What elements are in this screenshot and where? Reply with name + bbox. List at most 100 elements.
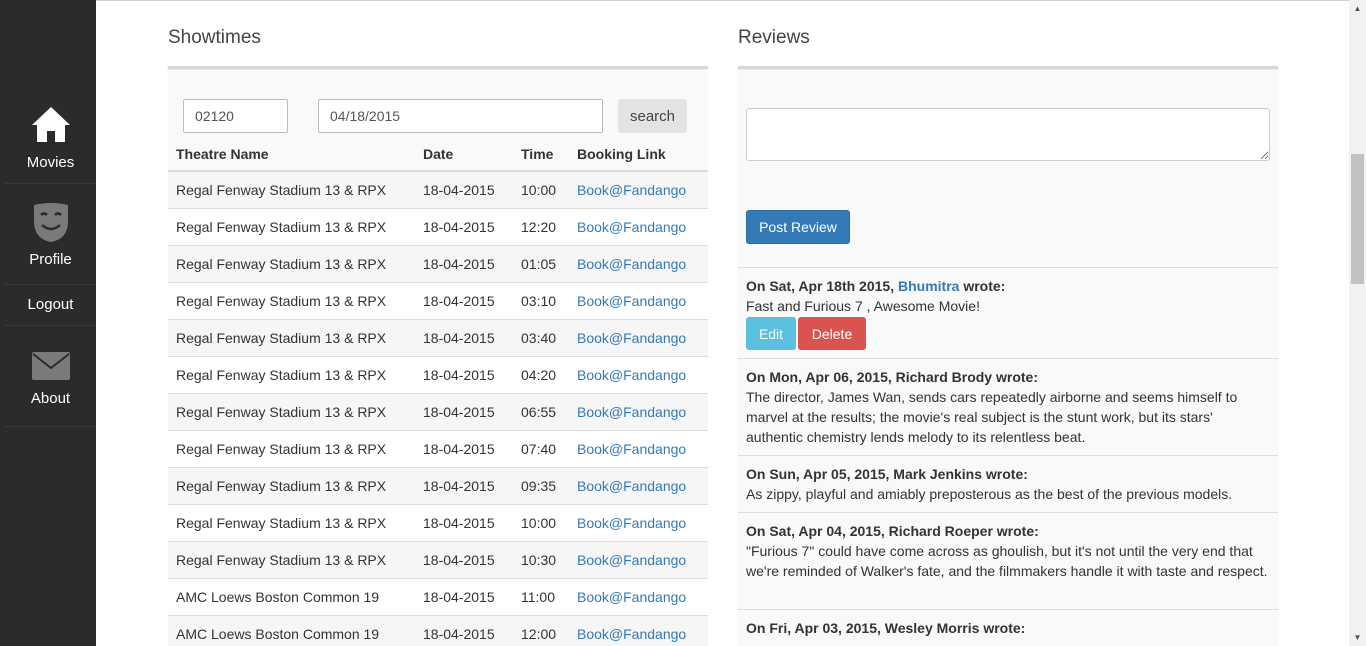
- sidebar-item-profile[interactable]: Profile: [5, 184, 96, 285]
- booking-cell: Book@Fandango: [569, 430, 708, 468]
- date-cell: 18-04-2015: [415, 208, 513, 246]
- booking-cell: Book@Fandango: [569, 541, 708, 579]
- booking-cell: Book@Fandango: [569, 208, 708, 246]
- post-review-button[interactable]: Post Review: [746, 210, 850, 244]
- booking-link[interactable]: Book@Fandango: [577, 219, 686, 235]
- booking-cell: Book@Fandango: [569, 504, 708, 542]
- booking-link[interactable]: Book@Fandango: [577, 182, 686, 198]
- table-row: Regal Fenway Stadium 13 & RPX 18-04-2015 0…: [168, 319, 708, 357]
- theatre-cell: Regal Fenway Stadium 13 & RPX: [168, 504, 415, 542]
- booking-link[interactable]: Book@Fandango: [577, 404, 686, 420]
- reviews-divider: [738, 66, 1278, 69]
- sidebar-item-label: About: [30, 390, 71, 407]
- table-row: Regal Fenway Stadium 13 & RPX 18-04-2015 0…: [168, 393, 708, 431]
- date-cell: 18-04-2015: [415, 615, 513, 646]
- review-meta: On Fri, Apr 03, 2015, Wesley Morris wrot…: [746, 620, 1026, 636]
- scroll-down-arrow-icon[interactable]: ▼: [1349, 629, 1366, 646]
- time-cell: 01:05: [513, 245, 569, 283]
- sidebar-item-label: Movies: [26, 154, 75, 171]
- scroll-thumb[interactable]: [1351, 154, 1364, 284]
- main-content: Showtimes search Theatre Name Date Time …: [96, 0, 1349, 646]
- showtimes-table: Theatre Name Date Time Booking Link Rega…: [168, 137, 708, 646]
- date-input[interactable]: [318, 99, 603, 133]
- date-cell: 18-04-2015: [415, 356, 513, 394]
- vertical-scrollbar[interactable]: ▲ ▼: [1349, 0, 1366, 646]
- booking-link[interactable]: Book@Fandango: [577, 256, 686, 272]
- booking-link[interactable]: Book@Fandango: [577, 478, 686, 494]
- date-cell: 18-04-2015: [415, 504, 513, 542]
- theatre-cell: Regal Fenway Stadium 13 & RPX: [168, 393, 415, 431]
- sidebar-item-movies[interactable]: Movies: [5, 90, 96, 184]
- review-textarea[interactable]: [746, 108, 1270, 161]
- date-cell: 18-04-2015: [415, 319, 513, 357]
- table-row: Regal Fenway Stadium 13 & RPX 18-04-2015 1…: [168, 171, 708, 209]
- booking-cell: Book@Fandango: [569, 245, 708, 283]
- table-row: AMC Loews Boston Common 19 18-04-2015 12:0…: [168, 615, 708, 646]
- table-row: Regal Fenway Stadium 13 & RPX 18-04-2015 1…: [168, 208, 708, 246]
- table-row: Regal Fenway Stadium 13 & RPX 18-04-2015 0…: [168, 430, 708, 468]
- booking-cell: Book@Fandango: [569, 282, 708, 320]
- sidebar-item-about[interactable]: About: [5, 326, 96, 427]
- theatre-cell: Regal Fenway Stadium 13 & RPX: [168, 208, 415, 246]
- date-cell: 18-04-2015: [415, 467, 513, 505]
- review-author-link[interactable]: Bhumitra: [898, 278, 959, 294]
- booking-link[interactable]: Book@Fandango: [577, 515, 686, 531]
- column-header-date: Date: [415, 137, 513, 172]
- time-cell: 10:00: [513, 504, 569, 542]
- review-meta: On Mon, Apr 06, 2015, Richard Brody wrot…: [746, 369, 1038, 385]
- review-meta-prefix: On Sat, Apr 18th 2015,: [746, 278, 898, 294]
- review-text: The director, James Wan, sends cars repe…: [746, 389, 1238, 445]
- time-cell: 11:00: [513, 578, 569, 616]
- table-row: Regal Fenway Stadium 13 & RPX 18-04-2015 1…: [168, 541, 708, 579]
- review-meta: On Sat, Apr 04, 2015, Richard Roeper wro…: [746, 523, 1039, 539]
- time-cell: 10:30: [513, 541, 569, 579]
- date-cell: 18-04-2015: [415, 578, 513, 616]
- booking-link[interactable]: Book@Fandango: [577, 441, 686, 457]
- reviews-title: Reviews: [738, 27, 810, 48]
- booking-link[interactable]: Book@Fandango: [577, 552, 686, 568]
- sidebar-item-label: Profile: [29, 251, 72, 268]
- theatre-cell: Regal Fenway Stadium 13 & RPX: [168, 282, 415, 320]
- scroll-up-arrow-icon[interactable]: ▲: [1349, 0, 1366, 17]
- delete-review-button[interactable]: Delete: [798, 317, 866, 350]
- sidebar-item-logout[interactable]: Logout: [5, 285, 96, 326]
- mask-icon: [33, 203, 68, 242]
- booking-link[interactable]: Book@Fandango: [577, 330, 686, 346]
- theatre-cell: Regal Fenway Stadium 13 & RPX: [168, 319, 415, 357]
- time-cell: 04:20: [513, 356, 569, 394]
- sidebar-item-label: Logout: [27, 296, 74, 313]
- showtimes-divider: [168, 66, 708, 69]
- review-item: On Sat, Apr 04, 2015, Richard Roeper wro…: [738, 512, 1278, 609]
- search-button[interactable]: search: [618, 99, 687, 133]
- column-header-booking: Booking Link: [569, 137, 708, 172]
- theatre-cell: Regal Fenway Stadium 13 & RPX: [168, 356, 415, 394]
- showtimes-panel: search Theatre Name Date Time Booking Li…: [168, 70, 708, 646]
- showtimes-title: Showtimes: [168, 27, 261, 48]
- booking-link[interactable]: Book@Fandango: [577, 589, 686, 605]
- booking-link[interactable]: Book@Fandango: [577, 293, 686, 309]
- booking-cell: Book@Fandango: [569, 356, 708, 394]
- zip-input[interactable]: [183, 99, 288, 133]
- theatre-cell: AMC Loews Boston Common 19: [168, 615, 415, 646]
- sidebar: Movies Profile Logout About: [0, 0, 96, 646]
- time-cell: 07:40: [513, 430, 569, 468]
- time-cell: 10:00: [513, 171, 569, 209]
- booking-cell: Book@Fandango: [569, 467, 708, 505]
- booking-cell: Book@Fandango: [569, 578, 708, 616]
- time-cell: 06:55: [513, 393, 569, 431]
- date-cell: 18-04-2015: [415, 282, 513, 320]
- edit-review-button[interactable]: Edit: [746, 317, 796, 350]
- time-cell: 03:40: [513, 319, 569, 357]
- time-cell: 09:35: [513, 467, 569, 505]
- home-icon: [31, 107, 70, 142]
- date-cell: 18-04-2015: [415, 430, 513, 468]
- date-cell: 18-04-2015: [415, 393, 513, 431]
- date-cell: 18-04-2015: [415, 541, 513, 579]
- theatre-cell: AMC Loews Boston Common 19: [168, 578, 415, 616]
- time-cell: 12:00: [513, 615, 569, 646]
- booking-link[interactable]: Book@Fandango: [577, 367, 686, 383]
- booking-link[interactable]: Book@Fandango: [577, 626, 686, 642]
- column-header-time: Time: [513, 137, 569, 172]
- theatre-cell: Regal Fenway Stadium 13 & RPX: [168, 171, 415, 209]
- time-cell: 12:20: [513, 208, 569, 246]
